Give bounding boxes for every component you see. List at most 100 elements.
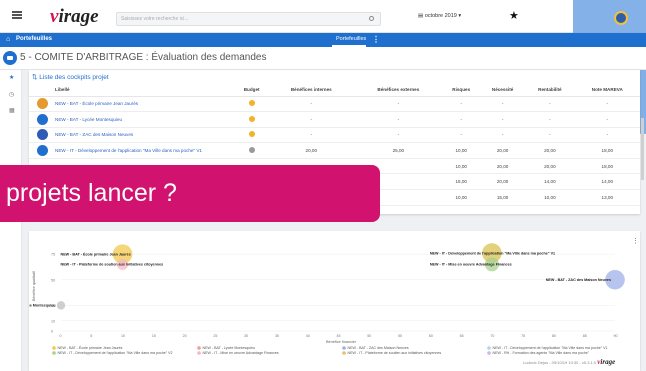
score-cell: - xyxy=(525,127,575,144)
search-icon[interactable] xyxy=(369,16,374,21)
table-row[interactable]: NEW - BAT - ZAC des Maison Neuves - - - - - - xyxy=(29,127,640,144)
x-tick-label: 30 xyxy=(244,334,248,338)
x-tick-label: 10 xyxy=(121,334,125,338)
legend-label: NEW - IT - Plateforme de soutien aux ini… xyxy=(348,351,442,355)
score-cell: - xyxy=(268,127,355,144)
legend-swatch xyxy=(197,346,201,350)
score-cell: 10,00 xyxy=(442,158,481,175)
x-tick-label: 15 xyxy=(152,334,156,338)
favorite-star-icon[interactable]: ★ xyxy=(509,9,519,22)
score-cell: - xyxy=(574,127,640,144)
y-tick-label: 0 xyxy=(51,330,53,334)
y-axis-label: Bénéfice qualitatif xyxy=(32,270,36,301)
table-row[interactable]: NEW - IT - Développement de l'applicatio… xyxy=(29,142,640,159)
project-icon xyxy=(36,98,48,110)
legend-label: NEW - BAT - École primaire Jean Jaurès xyxy=(58,345,123,350)
x-tick-label: 55 xyxy=(398,334,402,338)
x-tick-label: 25 xyxy=(213,334,217,338)
score-cell: - xyxy=(525,96,575,113)
budget-cell xyxy=(235,111,269,128)
x-tick-label: 40 xyxy=(306,334,310,338)
legend-swatch xyxy=(52,351,56,355)
y-tick-label: 75 xyxy=(51,253,55,257)
hamburger-menu-icon[interactable] xyxy=(12,11,22,19)
score-cell: 18,00 xyxy=(574,142,640,159)
budget-cell xyxy=(235,127,269,144)
footer-logo-text: irage xyxy=(600,358,616,366)
score-cell: 14,00 xyxy=(525,173,575,191)
score-cell: 15,00 xyxy=(480,189,526,206)
chart-menu-icon[interactable]: ⋮ xyxy=(632,237,639,245)
period-selector[interactable]: ▤ octobre 2019 ▾ xyxy=(418,13,461,19)
breadcrumb[interactable]: Portefeuilles xyxy=(16,36,52,42)
tab-portefeuilles[interactable]: Portefeuilles xyxy=(336,36,366,42)
table-scrollbar[interactable] xyxy=(641,118,644,180)
legend-label: NEW - BAT - Lycée Montesquieu xyxy=(203,346,255,350)
data-label: NEW - BAT - École primaire Jean Jaurès xyxy=(61,251,131,256)
table-row[interactable]: NEW - BAT - École primaire Jean Jaurès - -… xyxy=(29,96,640,113)
app-logo[interactable]: virage xyxy=(50,6,99,28)
column-header[interactable]: Bénéfices internes xyxy=(268,84,355,97)
bubble-chart-card: ⋮ 0 10 25 50 75 0 5 10 15 20 25 30 35 40 45 50 55 60 65 70 7… xyxy=(0,231,640,371)
score-cell: - xyxy=(354,111,443,128)
score-cell: 25,00 xyxy=(354,142,443,159)
search-placeholder: Saisissez votre recherche ici... xyxy=(121,16,189,22)
row-icon-cell xyxy=(29,111,55,128)
x-tick-label: 5 xyxy=(90,334,92,338)
table-header-row: Libellé Budget Bénéfices internes Bénéfi… xyxy=(29,84,640,97)
page-header: 5 - COMITE D'ARBITRAGE : Évaluation des … xyxy=(0,47,646,70)
user-avatar[interactable] xyxy=(614,11,628,25)
legend-label: NEW - BAT - ZAC des Maison Neuves xyxy=(348,346,409,350)
search-input[interactable]: Saisissez votre recherche ici... xyxy=(116,12,381,26)
data-label: NEW - IT - Développement de l'applicatio… xyxy=(430,251,555,255)
project-label[interactable]: NEW - BAT - École primaire Jean Jaurès xyxy=(55,96,235,113)
data-label: NEW - BAT - ZAC des Maison Neuves xyxy=(546,278,611,282)
legend-swatch xyxy=(52,346,56,350)
score-cell: 20,00 xyxy=(480,173,526,191)
x-tick-label: 70 xyxy=(490,334,494,338)
score-cell: - xyxy=(268,111,355,128)
row-icon-cell xyxy=(29,142,55,159)
budget-cell xyxy=(235,142,269,159)
x-tick-label: 45 xyxy=(337,334,341,338)
legend-label: NEW - IT - Développement de l'applicatio… xyxy=(58,351,173,355)
legend-swatch xyxy=(342,346,346,350)
column-header-icon xyxy=(29,84,55,97)
score-cell: - xyxy=(442,111,481,128)
home-icon[interactable]: ⌂ xyxy=(6,36,10,43)
x-tick-label: 80 xyxy=(552,334,556,338)
data-label: NEW - BAT - Lycée Montesquieu xyxy=(29,304,56,308)
table-row[interactable]: NEW - BAT - Lycée Montesquieu - - - - - - xyxy=(29,111,640,128)
score-cell: 20,00 xyxy=(480,158,526,175)
project-label[interactable]: NEW - BAT - ZAC des Maison Neuves xyxy=(55,127,235,144)
column-header[interactable]: Bénéfices externes xyxy=(354,84,443,97)
column-header[interactable]: Note MAREVA xyxy=(574,84,640,97)
score-cell: 10,00 xyxy=(442,142,481,159)
project-label[interactable]: NEW - BAT - Lycée Montesquieu xyxy=(55,111,235,128)
column-header[interactable]: Budget xyxy=(235,84,269,97)
y-tick-label: 10 xyxy=(51,319,55,323)
sidebar-grid-icon[interactable]: ▦ xyxy=(9,107,15,114)
column-header[interactable]: Libellé xyxy=(55,84,235,97)
score-cell: - xyxy=(480,96,526,113)
score-cell: - xyxy=(354,96,443,113)
column-header[interactable]: Nécessité xyxy=(480,84,526,97)
budget-status-icon xyxy=(248,147,255,154)
chart-point[interactable] xyxy=(56,301,66,310)
legend-swatch xyxy=(487,351,491,355)
sidebar-star-icon[interactable]: ★ xyxy=(9,74,14,81)
nav-bar: ⌂ Portefeuilles Portefeuilles ⋮ xyxy=(0,33,646,47)
portfolio-icon xyxy=(3,51,17,65)
footer-text: Ludovic Dejus - 05/10/19 10:30 - v5.3.1.… xyxy=(523,360,597,365)
nav-more-icon[interactable]: ⋮ xyxy=(372,35,380,44)
sidebar-clock-icon[interactable]: ◷ xyxy=(9,91,14,98)
score-cell: 13,00 xyxy=(574,189,640,206)
column-header[interactable]: Risques xyxy=(442,84,481,97)
project-label[interactable]: NEW - IT - Développement de l'applicatio… xyxy=(55,142,235,159)
column-header[interactable]: Rentabilité xyxy=(525,84,575,97)
score-cell: 20,00 xyxy=(525,158,575,175)
x-tick-label: 75 xyxy=(521,334,525,338)
score-cell: - xyxy=(574,111,640,128)
score-cell: 18,00 xyxy=(574,158,640,175)
x-tick-label: 65 xyxy=(460,334,464,338)
